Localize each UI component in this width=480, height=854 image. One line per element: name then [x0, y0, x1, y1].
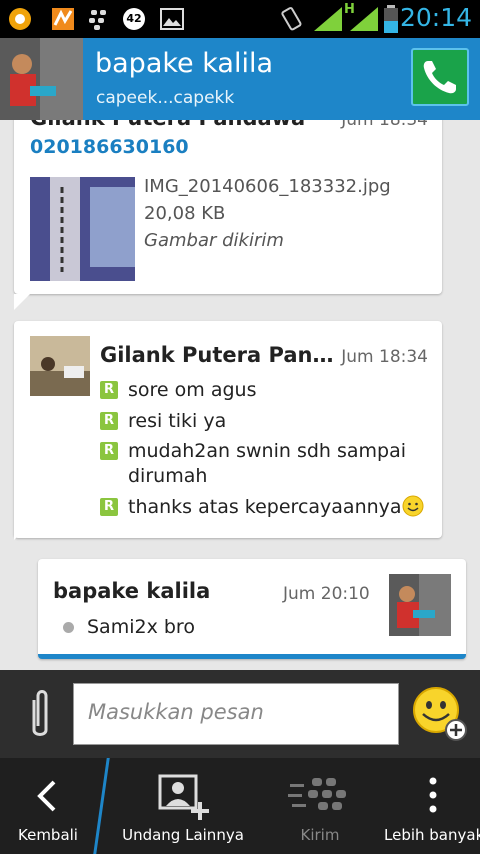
signal-icon-1 — [314, 7, 342, 31]
map-notification-icon — [52, 8, 74, 30]
receipt-image — [30, 177, 135, 281]
sender-photo — [30, 336, 90, 396]
file-status: Gambar dikirim — [144, 230, 284, 251]
read-receipt-icon: R — [100, 442, 118, 460]
message-text: Sami2x bro — [87, 616, 195, 638]
more-button[interactable]: Lebih banyak — [384, 758, 480, 854]
back-button[interactable]: Kembali — [0, 758, 96, 854]
signal-icon-2 — [350, 7, 378, 31]
chat-transcript[interactable]: Gilank Putera Pandawa Jum 18:34 02018663… — [0, 120, 480, 670]
bubble-tail — [14, 294, 30, 310]
paperclip-icon[interactable] — [24, 688, 56, 742]
image-thumbnail[interactable] — [30, 177, 135, 281]
message-input[interactable]: Masukkan pesan — [73, 683, 399, 745]
overflow-menu-icon — [429, 777, 437, 813]
read-receipt-icon: R — [100, 381, 118, 399]
contact-avatar[interactable] — [0, 38, 83, 120]
read-receipt-icon: R — [100, 498, 118, 516]
own-avatar — [389, 574, 451, 636]
voice-call-button[interactable] — [411, 48, 469, 106]
avatar-photo — [0, 38, 83, 120]
message-time: Jum 18:34 — [341, 120, 428, 130]
sender-avatar — [30, 336, 90, 396]
message-bubble-text[interactable]: Gilank Putera Pan… Jum 18:34 R sore om a… — [14, 321, 442, 538]
app-notification-icon — [9, 8, 31, 30]
message-bubble-own[interactable]: bapake kalila Jum 20:10 Sami2x bro — [38, 559, 466, 659]
message-sender: Gilank Putera Pan… — [100, 343, 334, 367]
image-notification-icon — [160, 8, 184, 30]
battery-icon — [384, 5, 398, 33]
phone-icon — [423, 61, 456, 94]
read-receipt-icon: R — [100, 412, 118, 430]
message-line: R resi tiki ya — [100, 409, 226, 434]
message-line: R thanks atas kepercayaannya — [100, 495, 424, 520]
file-size: 20,08 KB — [144, 203, 226, 224]
message-sender: Gilank Putera Pandawa — [30, 120, 305, 130]
own-photo — [389, 574, 451, 636]
message-time: Jum 20:10 — [283, 584, 370, 604]
message-time: Jum 18:34 — [341, 347, 428, 367]
chat-header: bapake kalila capeek...capekk — [0, 38, 480, 120]
smiley-emoji-icon — [402, 495, 424, 517]
contact-pin-link[interactable]: 020186630160 — [30, 136, 189, 158]
message-bubble-image[interactable]: Gilank Putera Pandawa Jum 18:34 02018663… — [14, 120, 442, 294]
message-line: R sore om agus — [100, 378, 256, 403]
action-bar: Kembali Undang Lainnya Kirim Lebih banya… — [0, 758, 480, 854]
back-chevron-icon — [37, 780, 56, 812]
invite-more-button[interactable]: Undang Lainnya — [116, 758, 250, 854]
status-bar: 42 H 20:14 — [0, 0, 480, 38]
bbm-notification-icon — [89, 10, 106, 30]
bubble-tail — [14, 524, 30, 540]
send-button[interactable]: Kirim — [268, 758, 372, 854]
contact-status: capeek...capekk — [96, 88, 235, 108]
emoticon-picker-icon[interactable] — [412, 686, 468, 742]
status-time: 20:14 — [399, 3, 472, 32]
compose-bar: Masukkan pesan — [0, 670, 480, 758]
message-sender: bapake kalila — [53, 579, 211, 603]
vibrate-icon — [281, 7, 302, 31]
add-contact-icon — [158, 774, 209, 820]
file-name: IMG_20140606_183332.jpg — [144, 176, 391, 197]
notification-count-badge: 42 — [123, 8, 145, 30]
message-line: R mudah2an swnin sdh sampai dirumah — [100, 439, 410, 489]
contact-name: bapake kalila — [95, 48, 273, 79]
delivery-status-dot-icon — [63, 622, 74, 633]
bbm-send-icon — [288, 778, 346, 810]
